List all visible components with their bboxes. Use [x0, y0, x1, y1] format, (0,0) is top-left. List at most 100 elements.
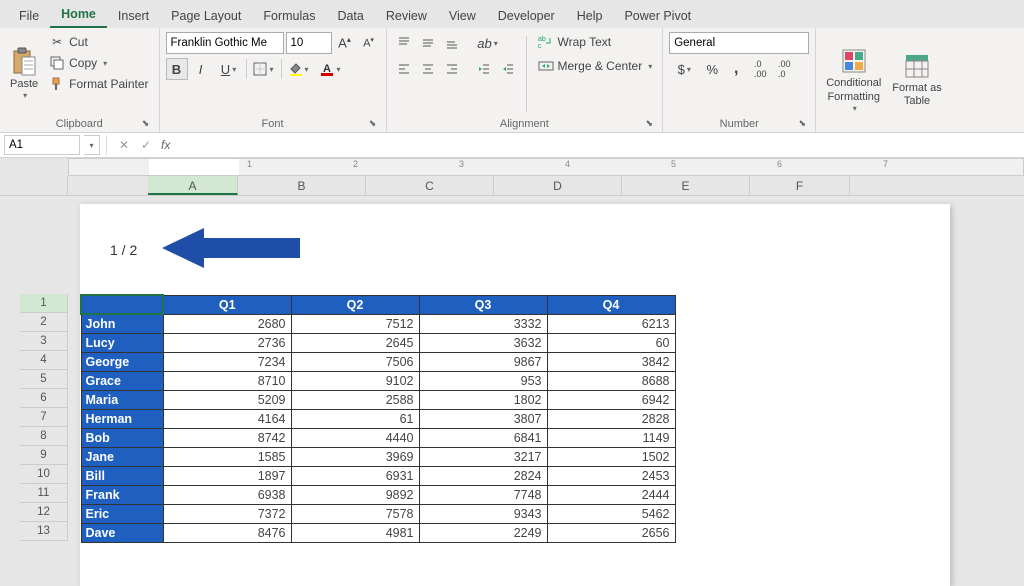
- orientation-button[interactable]: ab▾: [473, 32, 503, 54]
- align-top-button[interactable]: [393, 32, 415, 54]
- cell[interactable]: 6931: [291, 467, 419, 486]
- dialog-launcher-icon[interactable]: ⬊: [139, 116, 153, 130]
- formula-input[interactable]: [174, 135, 1024, 155]
- cell[interactable]: 1149: [547, 429, 675, 448]
- row-header-9[interactable]: 9: [20, 446, 68, 465]
- row-name[interactable]: Jane: [81, 448, 163, 467]
- row-name[interactable]: John: [81, 314, 163, 334]
- cell[interactable]: 6213: [547, 314, 675, 334]
- cell[interactable]: 7234: [163, 353, 291, 372]
- cell[interactable]: 1502: [547, 448, 675, 467]
- cell[interactable]: 3632: [419, 334, 547, 353]
- fill-color-button[interactable]: ▾: [284, 58, 314, 80]
- decrease-font-button[interactable]: A▾: [358, 32, 380, 54]
- tab-insert[interactable]: Insert: [107, 4, 160, 28]
- tab-help[interactable]: Help: [566, 4, 614, 28]
- cell[interactable]: 2824: [419, 467, 547, 486]
- cell[interactable]: 9343: [419, 505, 547, 524]
- col-header-b[interactable]: B: [238, 176, 366, 195]
- align-right-button[interactable]: [441, 58, 463, 80]
- table-row[interactable]: Bob8742444068411149: [81, 429, 675, 448]
- cell[interactable]: 8710: [163, 372, 291, 391]
- comma-button[interactable]: ,: [725, 58, 747, 80]
- cell[interactable]: 4164: [163, 410, 291, 429]
- cell[interactable]: 60: [547, 334, 675, 353]
- font-size-select[interactable]: [286, 32, 332, 54]
- active-cell[interactable]: [81, 295, 163, 314]
- table-row[interactable]: Bill1897693128242453: [81, 467, 675, 486]
- tab-file[interactable]: File: [8, 4, 50, 28]
- cell[interactable]: 5462: [547, 505, 675, 524]
- row-header-7[interactable]: 7: [20, 408, 68, 427]
- dialog-launcher-icon[interactable]: ⬊: [795, 116, 809, 130]
- row-header-3[interactable]: 3: [20, 332, 68, 351]
- table-row[interactable]: Lucy27362645363260: [81, 334, 675, 353]
- row-name[interactable]: Bob: [81, 429, 163, 448]
- underline-button[interactable]: U▾: [214, 58, 244, 80]
- cell[interactable]: 3969: [291, 448, 419, 467]
- col-q2[interactable]: Q2: [291, 295, 419, 314]
- select-all-corner[interactable]: [0, 176, 68, 195]
- col-header-d[interactable]: D: [494, 176, 622, 195]
- row-name[interactable]: Grace: [81, 372, 163, 391]
- col-header-e[interactable]: E: [622, 176, 750, 195]
- cell[interactable]: 2444: [547, 486, 675, 505]
- paste-button[interactable]: Paste ▾: [6, 32, 42, 116]
- cell[interactable]: 7372: [163, 505, 291, 524]
- name-box[interactable]: [4, 135, 80, 155]
- merge-center-button[interactable]: Merge & Center ▾: [534, 56, 657, 76]
- increase-decimal-button[interactable]: .0.00: [749, 58, 771, 80]
- cell[interactable]: 2645: [291, 334, 419, 353]
- enter-formula-button[interactable]: ✓: [135, 135, 157, 155]
- align-middle-button[interactable]: [417, 32, 439, 54]
- tab-formulas[interactable]: Formulas: [252, 4, 326, 28]
- tab-power-pivot[interactable]: Power Pivot: [613, 4, 702, 28]
- cell[interactable]: 2736: [163, 334, 291, 353]
- font-family-select[interactable]: [166, 32, 284, 54]
- conditional-formatting-button[interactable]: Conditional Formatting▾: [822, 32, 885, 128]
- cell[interactable]: 1802: [419, 391, 547, 410]
- cell[interactable]: 4981: [291, 524, 419, 543]
- row-name[interactable]: Dave: [81, 524, 163, 543]
- table-row[interactable]: Maria5209258818026942: [81, 391, 675, 410]
- cell[interactable]: 2453: [547, 467, 675, 486]
- row-name[interactable]: Herman: [81, 410, 163, 429]
- cell[interactable]: 9867: [419, 353, 547, 372]
- tab-data[interactable]: Data: [326, 4, 374, 28]
- cell[interactable]: 8476: [163, 524, 291, 543]
- row-header-12[interactable]: 12: [20, 503, 68, 522]
- bold-button[interactable]: B: [166, 58, 188, 80]
- tab-review[interactable]: Review: [375, 4, 438, 28]
- row-header-10[interactable]: 10: [20, 465, 68, 484]
- cell[interactable]: 5209: [163, 391, 291, 410]
- col-header-a[interactable]: A: [148, 176, 238, 195]
- tab-home[interactable]: Home: [50, 2, 107, 28]
- decrease-indent-button[interactable]: [473, 58, 495, 80]
- row-header-5[interactable]: 5: [20, 370, 68, 389]
- cell[interactable]: 8742: [163, 429, 291, 448]
- currency-button[interactable]: $▾: [669, 58, 699, 80]
- row-name[interactable]: George: [81, 353, 163, 372]
- cell[interactable]: 9892: [291, 486, 419, 505]
- row-header-2[interactable]: 2: [20, 313, 68, 332]
- row-name[interactable]: Frank: [81, 486, 163, 505]
- borders-button[interactable]: ▾: [249, 58, 279, 80]
- table-row[interactable]: Grace871091029538688: [81, 372, 675, 391]
- tab-page-layout[interactable]: Page Layout: [160, 4, 252, 28]
- cell[interactable]: 3842: [547, 353, 675, 372]
- fx-label[interactable]: fx: [161, 138, 170, 152]
- row-name[interactable]: Lucy: [81, 334, 163, 353]
- align-bottom-button[interactable]: [441, 32, 463, 54]
- tab-view[interactable]: View: [438, 4, 487, 28]
- format-as-table-button[interactable]: Format as Table: [888, 32, 946, 128]
- cell[interactable]: 3807: [419, 410, 547, 429]
- cell[interactable]: 7578: [291, 505, 419, 524]
- row-name[interactable]: Maria: [81, 391, 163, 410]
- align-left-button[interactable]: [393, 58, 415, 80]
- cell[interactable]: 2249: [419, 524, 547, 543]
- cell[interactable]: 3332: [419, 314, 547, 334]
- format-painter-button[interactable]: Format Painter: [45, 74, 152, 94]
- col-q3[interactable]: Q3: [419, 295, 547, 314]
- cell[interactable]: 2588: [291, 391, 419, 410]
- table-row[interactable]: John2680751233326213: [81, 314, 675, 334]
